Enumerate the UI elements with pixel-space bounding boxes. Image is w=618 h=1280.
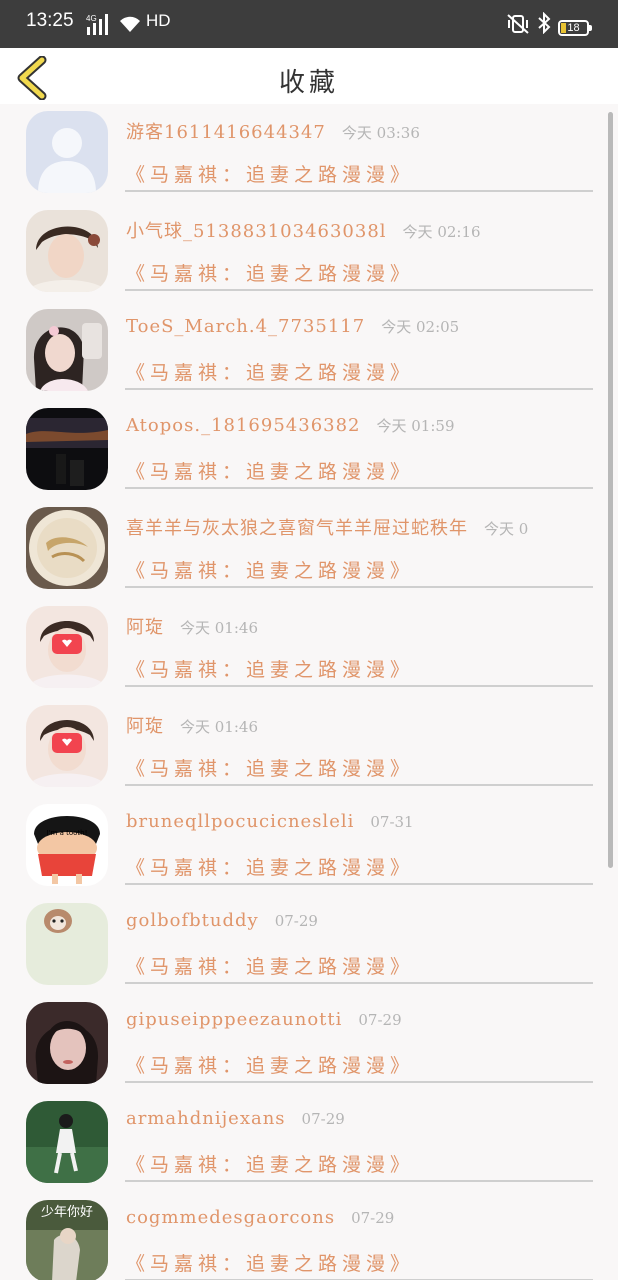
divider	[125, 883, 593, 885]
timestamp: 今天 03:36	[341, 124, 420, 142]
avatar-caption: 少年你好	[41, 1205, 93, 1220]
divider	[125, 1081, 593, 1083]
avatar[interactable]	[26, 210, 108, 292]
work-title[interactable]: 《马嘉祺：追妻之路漫漫》	[126, 952, 414, 979]
list-item[interactable]: ToeS_March.4_7735117 今天 02:05 《马嘉祺：追妻之路漫漫…	[0, 302, 618, 401]
timestamp: 今天 01:59	[376, 417, 455, 435]
favorites-list[interactable]: 游客1611416644347 今天 03:36 《马嘉祺：追妻之路漫漫》 小气球…	[0, 104, 618, 1280]
username[interactable]: ToeS_March.4_7735117	[126, 316, 365, 337]
mute-vibrate-icon	[506, 13, 530, 39]
list-item[interactable]: golbofbtuddy 07-29 《马嘉祺：追妻之路漫漫》	[0, 896, 618, 995]
wifi-icon	[118, 14, 142, 38]
avatar-caption: I'm a tooth!	[47, 829, 88, 837]
list-item[interactable]: 阿琁 今天 01:46 《马嘉祺：追妻之路漫漫》	[0, 698, 618, 797]
app-header: 收藏	[0, 48, 618, 104]
username[interactable]: Atopos._181695436382	[126, 415, 361, 436]
status-time: 13:25	[26, 10, 74, 31]
list-item[interactable]: armahdnijexans 07-29 《马嘉祺：追妻之路漫漫》	[0, 1094, 618, 1193]
bluetooth-icon	[537, 11, 551, 38]
list-item[interactable]: gipuseipppeezaunotti 07-29 《马嘉祺：追妻之路漫漫》	[0, 995, 618, 1094]
work-title[interactable]: 《马嘉祺：追妻之路漫漫》	[126, 556, 414, 583]
timestamp: 07-29	[358, 1011, 402, 1029]
avatar[interactable]	[26, 606, 108, 688]
username[interactable]: 阿琁	[126, 716, 164, 737]
status-bar: 13:25 4G HD 18	[0, 0, 618, 48]
work-title[interactable]: 《马嘉祺：追妻之路漫漫》	[126, 1249, 414, 1276]
list-item[interactable]: 小气球_513883103463038l 今天 02:16 《马嘉祺：追妻之路漫漫…	[0, 203, 618, 302]
username[interactable]: cogmmedesgaorcons	[126, 1207, 335, 1228]
timestamp: 今天 01:46	[180, 718, 258, 736]
battery-level: 18	[567, 22, 580, 34]
divider	[125, 487, 593, 489]
username[interactable]: armahdnijexans	[126, 1108, 286, 1129]
avatar[interactable]	[26, 1101, 108, 1183]
avatar[interactable]	[26, 507, 108, 589]
timestamp: 07-29	[301, 1110, 345, 1128]
avatar[interactable]	[26, 309, 108, 391]
timestamp: 07-31	[370, 813, 414, 831]
work-title[interactable]: 《马嘉祺：追妻之路漫漫》	[126, 457, 414, 484]
work-title[interactable]: 《马嘉祺：追妻之路漫漫》	[126, 1051, 414, 1078]
work-title[interactable]: 《马嘉祺：追妻之路漫漫》	[126, 259, 414, 286]
avatar[interactable]	[26, 705, 108, 787]
work-title[interactable]: 《马嘉祺：追妻之路漫漫》	[126, 853, 414, 880]
divider	[125, 586, 593, 588]
list-item[interactable]: 游客1611416644347 今天 03:36 《马嘉祺：追妻之路漫漫》	[0, 104, 618, 203]
divider	[125, 289, 593, 291]
list-item[interactable]: 喜羊羊与灰太狼之喜窗气羊羊屉过蛇秩年 今天 0 《马嘉祺：追妻之路漫漫》	[0, 500, 618, 599]
username[interactable]: 游客1611416644347	[126, 122, 326, 143]
work-title[interactable]: 《马嘉祺：追妻之路漫漫》	[126, 655, 414, 682]
work-title[interactable]: 《马嘉祺：追妻之路漫漫》	[126, 160, 414, 187]
signal-icon: 4G	[86, 12, 114, 40]
timestamp: 今天 01:46	[180, 619, 258, 637]
avatar[interactable]	[26, 111, 108, 193]
timestamp: 今天 02:16	[402, 223, 481, 241]
username[interactable]: 小气球_513883103463038l	[126, 221, 387, 242]
avatar[interactable]	[26, 408, 108, 490]
timestamp: 07-29	[351, 1209, 395, 1227]
list-item[interactable]: 少年你好 cogmmedesgaorcons 07-29 《马嘉祺：追妻之路漫漫》	[0, 1193, 618, 1280]
work-title[interactable]: 《马嘉祺：追妻之路漫漫》	[126, 358, 414, 385]
divider	[125, 982, 593, 984]
divider	[125, 1180, 593, 1182]
battery-icon: 18	[558, 20, 592, 36]
list-item[interactable]: Atopos._181695436382 今天 01:59 《马嘉祺：追妻之路漫漫…	[0, 401, 618, 500]
divider	[125, 190, 593, 192]
scrollbar[interactable]	[608, 112, 613, 868]
timestamp: 07-29	[274, 912, 318, 930]
timestamp: 今天 0	[484, 520, 529, 538]
page-title: 收藏	[278, 68, 339, 98]
divider	[125, 784, 593, 786]
work-title[interactable]: 《马嘉祺：追妻之路漫漫》	[126, 754, 414, 781]
list-item[interactable]: I'm a tooth! bruneqllpocucicnesleli 07-31…	[0, 797, 618, 896]
username[interactable]: 喜羊羊与灰太狼之喜窗气羊羊屉过蛇秩年	[126, 518, 468, 539]
username[interactable]: golbofbtuddy	[126, 910, 259, 931]
timestamp: 今天 02:05	[381, 318, 460, 336]
divider	[125, 685, 593, 687]
hd-label: HD	[146, 11, 171, 30]
divider	[125, 388, 593, 390]
list-item[interactable]: 阿琁 今天 01:46 《马嘉祺：追妻之路漫漫》	[0, 599, 618, 698]
username[interactable]: gipuseipppeezaunotti	[126, 1009, 342, 1030]
avatar[interactable]: I'm a tooth!	[26, 804, 108, 886]
avatar[interactable]: 少年你好	[26, 1200, 108, 1280]
work-title[interactable]: 《马嘉祺：追妻之路漫漫》	[126, 1150, 414, 1177]
avatar[interactable]	[26, 1002, 108, 1084]
username[interactable]: 阿琁	[126, 617, 164, 638]
username[interactable]: bruneqllpocucicnesleli	[126, 811, 354, 832]
network-type: 4G	[86, 14, 97, 23]
avatar[interactable]	[26, 903, 108, 985]
